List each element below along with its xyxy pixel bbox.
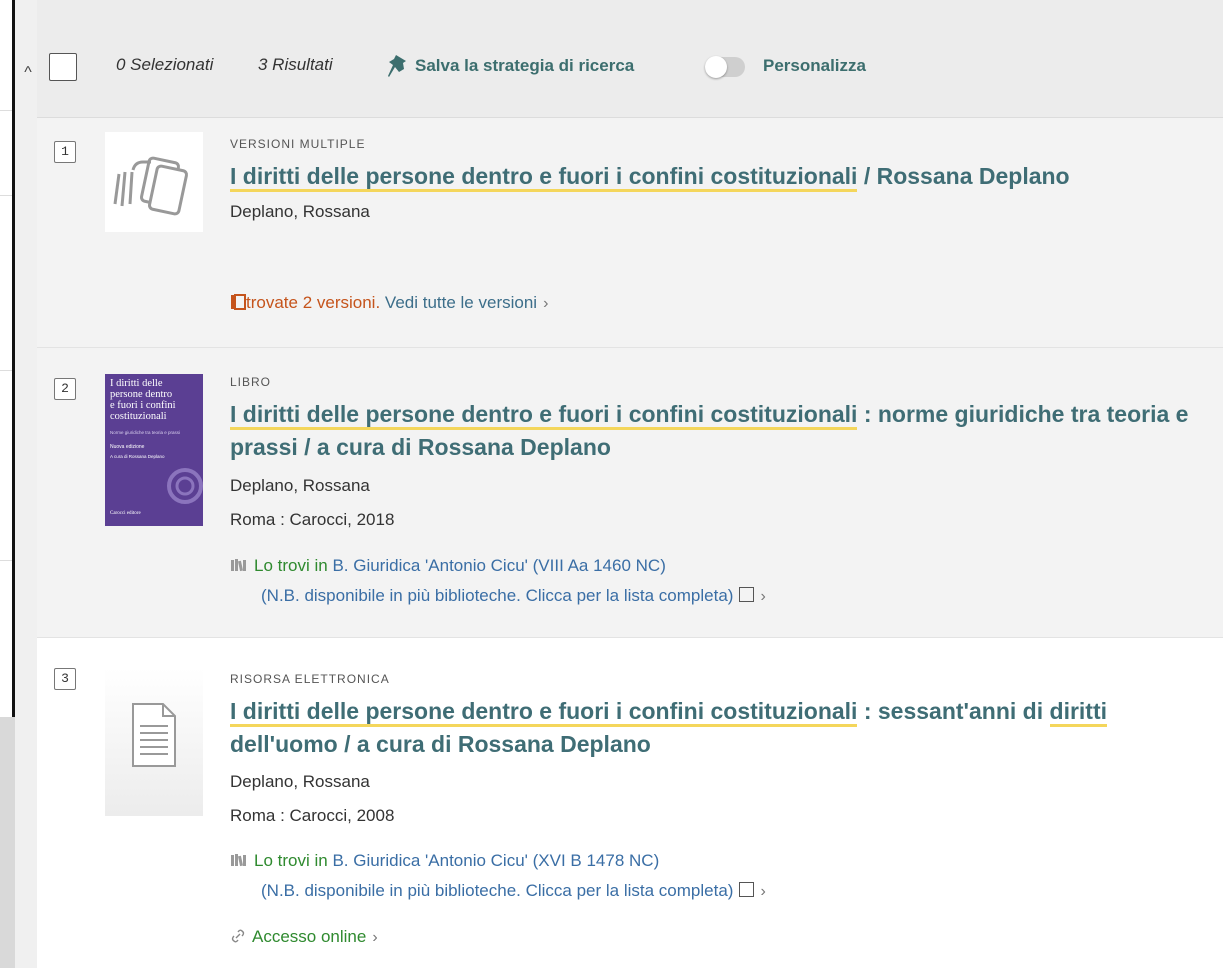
book-icon	[231, 559, 246, 572]
gutter-strip	[15, 0, 37, 968]
result-item: 1 VERSIONI MULTIPLE I diritti delle pers…	[37, 118, 1223, 348]
availability-prefix: Lo trovi in	[254, 556, 328, 575]
result-publication: Roma : Carocci, 2008	[230, 806, 395, 825]
select-all-checkbox[interactable]	[49, 53, 77, 81]
result-title-link[interactable]: I diritti delle persone dentro e fuori i…	[230, 398, 1220, 464]
title-highlight: I diritti delle persone dentro e fuori i…	[230, 401, 858, 430]
chevron-right-icon: ›	[372, 929, 378, 946]
result-number[interactable]: 1	[54, 141, 76, 163]
results-main: 0 Selezionati 3 Risultati Salva la strat…	[37, 0, 1223, 968]
title-highlight: I diritti delle persone dentro e fuori i…	[230, 698, 858, 727]
divider	[0, 560, 12, 561]
results-toolbar: 0 Selezionati 3 Risultati Salva la strat…	[37, 0, 1223, 118]
svg-text:costituzionali: costituzionali	[110, 411, 167, 422]
availability-row[interactable]: Lo trovi in B. Giuridica 'Antonio Cicu' …	[230, 846, 766, 907]
document-icon[interactable]	[105, 668, 203, 816]
chevron-right-icon: ›	[760, 883, 766, 900]
external-link-icon	[739, 882, 755, 897]
result-author: Deplano, Rossana	[230, 202, 370, 221]
svg-text:Carocci editore: Carocci editore	[110, 511, 141, 516]
result-title-link[interactable]: I diritti delle persone dentro e fuori i…	[230, 160, 1220, 193]
availability-location: B. Giuridica 'Antonio Cicu' (VIII Aa 146…	[332, 556, 666, 575]
svg-text:Nuova edizione: Nuova edizione	[110, 444, 145, 450]
availability-row[interactable]: Lo trovi in B. Giuridica 'Antonio Cicu' …	[230, 551, 766, 612]
personalize-toggle[interactable]	[705, 56, 745, 78]
result-item: 3 RISORSA ELETTRONICA I diritti delle pe…	[37, 638, 1223, 968]
external-link-icon	[739, 587, 755, 602]
result-number[interactable]: 3	[54, 668, 76, 690]
see-all-versions-link[interactable]: Vedi tutte le versioni	[385, 293, 537, 312]
chevron-right-icon: ›	[543, 295, 549, 312]
multiple-versions-icon[interactable]	[105, 132, 203, 232]
book-cover[interactable]: I diritti delle persone dentro e fuori i…	[105, 374, 203, 526]
availability-prefix: Lo trovi in	[254, 851, 328, 870]
divider	[0, 370, 12, 371]
result-type: VERSIONI MULTIPLE	[230, 137, 366, 151]
title-highlight: I diritti delle persone dentro e fuori i…	[230, 163, 858, 192]
collapse-up-icon[interactable]: ^	[17, 62, 39, 84]
svg-text:A cura di Rossana Deplano: A cura di Rossana Deplano	[110, 454, 165, 459]
result-publication: Roma : Carocci, 2018	[230, 510, 395, 529]
svg-text:persone dentro: persone dentro	[110, 389, 172, 400]
title-rest: / Rossana Deplano	[857, 163, 1070, 189]
online-access-link[interactable]: Accesso online ›	[230, 927, 378, 947]
title-rest: dell'uomo / a cura di Rossana Deplano	[230, 731, 651, 757]
pushpin-icon	[388, 55, 406, 77]
selected-count: 0 Selezionati	[116, 55, 214, 74]
result-author: Deplano, Rossana	[230, 476, 370, 495]
availability-note: (N.B. disponibile in più biblioteche. Cl…	[261, 586, 734, 605]
result-item: 2 I diritti delle persone dentro e fuori…	[37, 348, 1223, 638]
availability-location: B. Giuridica 'Antonio Cicu' (XVI B 1478 …	[332, 851, 660, 870]
online-access-label: Accesso online	[252, 927, 367, 946]
personalize-label[interactable]: Personalizza	[763, 56, 866, 76]
divider	[0, 110, 12, 111]
versions-found: trovate 2 versioni.	[246, 293, 381, 312]
divider	[0, 195, 12, 196]
link-icon	[231, 929, 245, 943]
versions-row[interactable]: trovate 2 versioni. Vedi tutte le versio…	[230, 293, 548, 313]
chevron-right-icon: ›	[760, 588, 766, 605]
results-count: 3 Risultati	[258, 55, 333, 74]
result-number[interactable]: 2	[54, 378, 76, 400]
result-type: LIBRO	[230, 375, 272, 389]
title-highlight-2: diritti	[1049, 698, 1108, 727]
save-search-label: Salva la strategia di ricerca	[415, 56, 635, 75]
result-type: RISORSA ELETTRONICA	[230, 672, 390, 686]
availability-note: (N.B. disponibile in più biblioteche. Cl…	[261, 881, 734, 900]
title-mid: : sessant'anni di	[857, 698, 1050, 724]
book-icon	[231, 854, 246, 867]
toggle-knob	[705, 56, 727, 78]
svg-text:e fuori i confini: e fuori i confini	[110, 400, 176, 411]
left-panel-edge	[0, 0, 15, 717]
result-title-link[interactable]: I diritti delle persone dentro e fuori i…	[230, 695, 1220, 761]
result-author: Deplano, Rossana	[230, 772, 370, 791]
cover-title-line: I diritti delle	[110, 378, 163, 389]
save-search-button[interactable]: Salva la strategia di ricerca	[387, 53, 634, 79]
svg-text:Norme giuridiche tra teoria e: Norme giuridiche tra teoria e prassi	[110, 430, 180, 435]
versions-icon	[231, 294, 246, 310]
